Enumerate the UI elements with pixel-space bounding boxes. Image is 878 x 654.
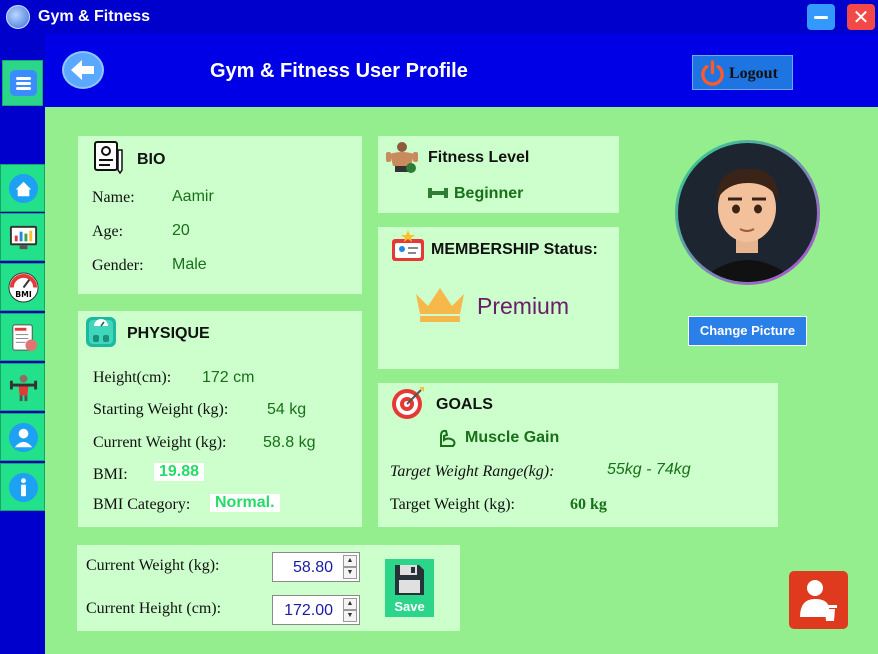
membership-card: MEMBERSHIP Status: Premium xyxy=(378,227,619,369)
dumbbell-icon xyxy=(428,188,448,198)
height-label: Height(cm): xyxy=(93,369,172,386)
target-range-value: 55kg - 74kg xyxy=(607,461,691,478)
minimize-button[interactable] xyxy=(807,4,835,30)
target-weight-label: Target Weight (kg): xyxy=(390,496,515,513)
membership-heading: MEMBERSHIP Status: xyxy=(431,241,598,258)
sidebar-item-profile[interactable] xyxy=(0,413,45,461)
delete-account-button[interactable] xyxy=(789,571,848,629)
avatar xyxy=(678,143,817,282)
logout-button[interactable]: Logout xyxy=(692,55,793,90)
membership-value: Premium xyxy=(477,293,570,319)
fitness-level-card: Fitness Level Beginner xyxy=(378,136,619,213)
bio-heading: BIO xyxy=(137,151,166,168)
bio-card: BIO Name: Aamir Age: 20 Gender: Male xyxy=(78,136,362,294)
current-weight-label: Current Weight (kg): xyxy=(93,434,227,451)
update-height-label: Current Height (cm): xyxy=(86,600,222,617)
app-title: Gym & Fitness xyxy=(38,8,151,25)
app-logo-icon xyxy=(6,5,30,29)
close-button[interactable]: ✕ xyxy=(847,4,875,30)
floppy-disk-icon xyxy=(395,565,424,595)
crown-icon xyxy=(416,288,464,322)
bmi-label: BMI: xyxy=(93,466,128,483)
target-range-label: Target Weight Range(kg): xyxy=(390,463,555,480)
logout-label: Logout xyxy=(729,65,778,82)
goal-value: Muscle Gain xyxy=(465,429,560,446)
info-icon xyxy=(8,472,39,503)
close-icon: ✕ xyxy=(852,5,870,29)
profile-icon xyxy=(8,422,39,453)
goals-card: GOALS Muscle Gain Target Weight Range(kg… xyxy=(378,383,778,527)
weight-stepper-value: 58.80 xyxy=(292,559,333,576)
home-icon xyxy=(8,173,39,204)
scale-icon xyxy=(86,317,116,347)
fitness-level-heading: Fitness Level xyxy=(428,149,530,166)
resume-icon xyxy=(94,141,123,174)
age-value: 20 xyxy=(172,222,190,239)
save-button[interactable]: Save xyxy=(385,559,434,617)
workout-icon xyxy=(9,374,38,402)
target-icon xyxy=(392,387,424,419)
sidebar-item-home[interactable] xyxy=(0,164,45,212)
weight-stepper[interactable]: 58.80 ▲ ▼ xyxy=(272,552,360,582)
power-icon xyxy=(701,60,724,86)
update-card: Current Weight (kg): 58.80 ▲ ▼ Current H… xyxy=(77,545,460,631)
dashboard-icon xyxy=(9,225,38,250)
starting-weight-label: Starting Weight (kg): xyxy=(93,401,229,418)
current-weight-value: 58.8 kg xyxy=(263,434,316,451)
hamburger-icon xyxy=(10,70,37,96)
sidebar-item-info[interactable] xyxy=(0,463,45,511)
height-up-arrow-icon[interactable]: ▲ xyxy=(343,598,357,610)
menu-toggle-button[interactable] xyxy=(2,60,43,106)
back-button[interactable] xyxy=(62,51,104,89)
height-value: 172 cm xyxy=(202,369,255,386)
age-label: Age: xyxy=(92,223,124,240)
minimize-icon xyxy=(814,16,828,19)
fitness-level-value: Beginner xyxy=(454,185,524,202)
update-weight-label: Current Weight (kg): xyxy=(86,557,220,574)
weight-up-arrow-icon[interactable]: ▲ xyxy=(343,555,357,567)
height-down-arrow-icon[interactable]: ▼ xyxy=(343,610,357,622)
sidebar-item-workout[interactable] xyxy=(0,363,45,411)
flexed-arm-icon xyxy=(440,429,456,447)
bodybuilder-icon xyxy=(386,142,418,173)
sidebar-item-bmi[interactable]: BMI xyxy=(0,263,45,311)
name-value: Aamir xyxy=(172,188,214,205)
height-stepper[interactable]: 172.00 ▲ ▼ xyxy=(272,595,360,625)
bmi-value: 19.88 xyxy=(154,463,205,481)
change-picture-button[interactable]: Change Picture xyxy=(688,316,807,346)
starting-weight-value: 54 kg xyxy=(267,401,307,418)
diet-icon xyxy=(12,324,38,352)
physique-card: PHYSIQUE Height(cm): 172 cm Starting Wei… xyxy=(78,311,362,527)
physique-heading: PHYSIQUE xyxy=(127,325,210,342)
sidebar-item-dashboard[interactable] xyxy=(0,213,45,261)
goals-heading: GOALS xyxy=(436,396,493,413)
bmi-category-value: Normal. xyxy=(210,494,280,512)
delete-user-icon xyxy=(800,580,837,621)
weight-down-arrow-icon[interactable]: ▼ xyxy=(343,567,357,579)
svg-text:BMI: BMI xyxy=(15,290,32,299)
page-title: Gym & Fitness User Profile xyxy=(210,60,468,82)
gender-value: Male xyxy=(172,256,207,273)
save-label: Save xyxy=(394,599,425,614)
bmi-icon: BMI xyxy=(8,272,39,303)
height-stepper-value: 172.00 xyxy=(284,602,333,619)
name-label: Name: xyxy=(92,189,135,206)
arrow-left-icon xyxy=(71,60,94,80)
sidebar-item-diet[interactable] xyxy=(0,313,45,361)
membership-card-icon xyxy=(392,230,424,261)
profile-picture xyxy=(675,140,820,285)
gender-label: Gender: xyxy=(92,257,144,274)
target-weight-value: 60 kg xyxy=(570,496,607,513)
bmi-category-label: BMI Category: xyxy=(93,496,191,513)
